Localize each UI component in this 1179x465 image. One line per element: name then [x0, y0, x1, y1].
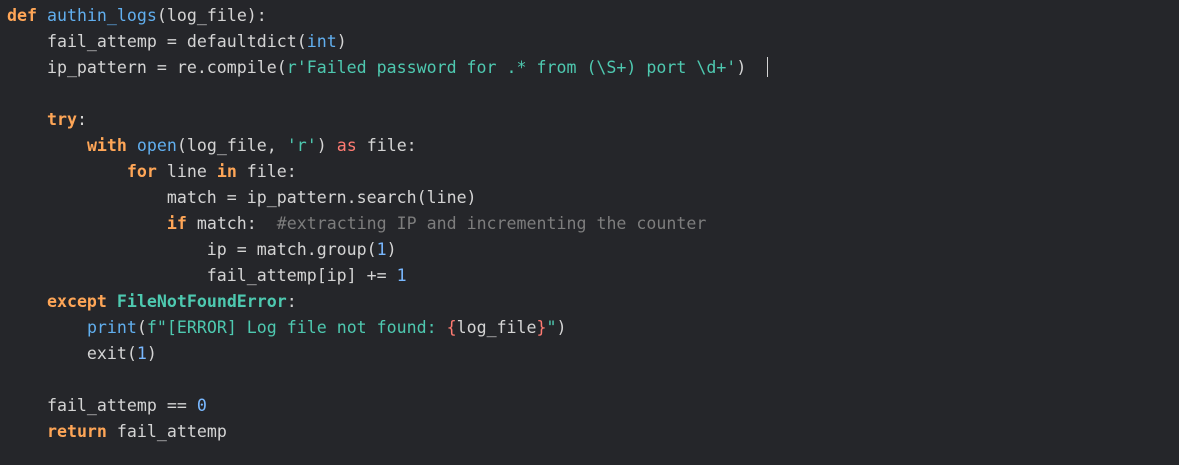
code-token: exit( — [7, 344, 137, 363]
code-token: " — [546, 318, 557, 337]
code-line[interactable]: print(f"[ERROR] Log file not found: {log… — [7, 315, 567, 341]
code-token: ) — [146, 344, 157, 363]
code-token: 0 — [196, 396, 207, 415]
code-token: def — [7, 6, 37, 25]
code-token: open — [136, 136, 177, 155]
code-line[interactable]: for line in file: — [7, 159, 297, 185]
code-token: ) — [556, 318, 567, 337]
code-token: f"[ERROR] Log file not found: — [146, 318, 447, 337]
code-token: authin_logs — [46, 6, 157, 25]
code-token: if — [166, 214, 187, 233]
code-token: file: — [356, 136, 417, 155]
code-token: 1 — [396, 266, 407, 285]
error-squiggle — [353, 0, 393, 2]
code-token: fail_attemp[ip] += — [7, 266, 397, 285]
code-token: } — [536, 318, 547, 337]
code-token: in — [216, 162, 237, 181]
code-token: for — [126, 162, 157, 181]
code-token: fail_attemp — [106, 422, 227, 441]
code-token: match: — [186, 214, 277, 233]
code-line[interactable]: if match: #extracting IP and incrementin… — [7, 211, 707, 237]
code-token: ( — [136, 318, 147, 337]
text-cursor — [767, 57, 768, 77]
code-line[interactable]: fail_attemp[ip] += 1 — [7, 263, 407, 289]
code-line[interactable]: except FileNotFoundError: — [7, 289, 297, 315]
code-line[interactable]: match = ip_pattern.search(line) — [7, 185, 477, 211]
code-token: return — [46, 422, 107, 441]
code-token: (log_file): — [156, 6, 267, 25]
code-token: file: — [236, 162, 297, 181]
code-token: as — [336, 136, 357, 155]
code-token: with — [86, 136, 127, 155]
code-token: log_file — [456, 318, 537, 337]
code-token: ip_pattern = re.compile( — [7, 58, 287, 77]
code-line[interactable]: return fail_attemp — [7, 419, 227, 445]
code-token: ip = match.group( — [7, 240, 377, 259]
code-token: int — [306, 32, 337, 51]
code-token: { — [446, 318, 457, 337]
code-line[interactable]: exit(1) — [7, 341, 157, 367]
code-token: (log_file, — [176, 136, 287, 155]
code-token: except — [46, 292, 107, 311]
code-token: ) — [336, 32, 347, 51]
code-token: fail_attemp == — [7, 396, 197, 415]
code-token: fail_attemp = defaultdict( — [7, 32, 307, 51]
code-line[interactable]: fail_attemp == 0 — [7, 393, 207, 419]
code-line[interactable]: ip = match.group(1) — [7, 237, 397, 263]
code-editor[interactable]: def authin_logs(log_file): fail_attemp =… — [0, 0, 1179, 465]
code-token: : — [76, 110, 87, 129]
code-token: r'Failed password for .* from (\S+) port… — [286, 58, 737, 77]
code-token: 1 — [376, 240, 387, 259]
code-line[interactable]: def authin_logs(log_file): — [7, 3, 267, 29]
code-token: ) — [316, 136, 337, 155]
code-line[interactable]: with open(log_file, 'r') as file: — [7, 133, 417, 159]
code-line[interactable]: ip_pattern = re.compile(r'Failed passwor… — [7, 55, 746, 81]
code-line[interactable]: try: — [7, 107, 87, 133]
code-token: #extracting IP and incrementing the coun… — [276, 214, 707, 233]
code-token: match = ip_pattern.search(line) — [7, 188, 477, 207]
code-token: print — [86, 318, 137, 337]
code-token: FileNotFoundError — [116, 292, 287, 311]
code-token: ) — [736, 58, 747, 77]
code-token: 1 — [136, 344, 147, 363]
code-line[interactable]: fail_attemp = defaultdict(int) — [7, 29, 347, 55]
code-token: try — [46, 110, 77, 129]
code-token: : — [286, 292, 297, 311]
code-token: line — [156, 162, 217, 181]
code-token: ) — [386, 240, 397, 259]
code-token: 'r' — [286, 136, 317, 155]
